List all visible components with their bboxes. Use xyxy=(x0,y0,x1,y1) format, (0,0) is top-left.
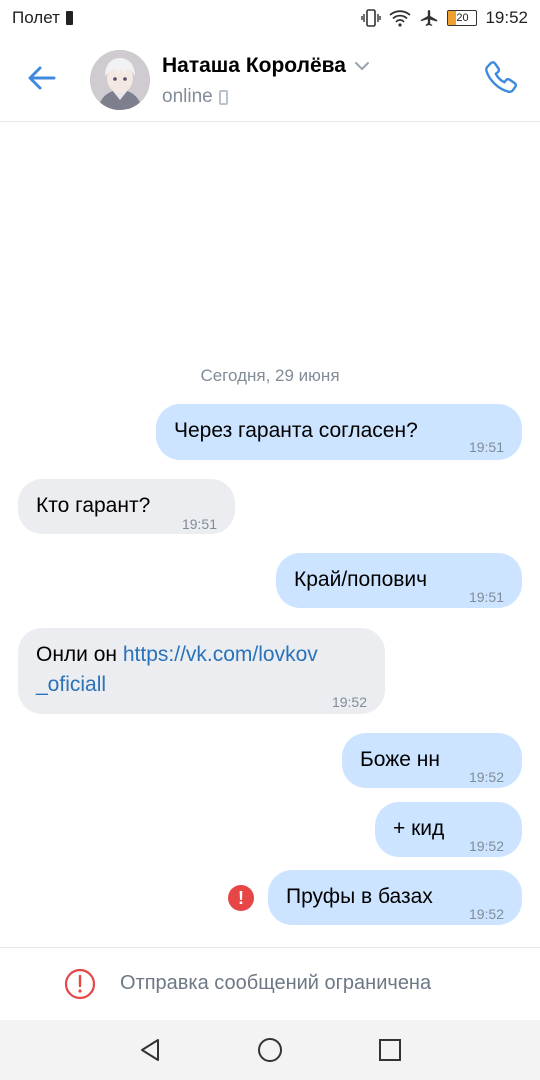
avatar[interactable] xyxy=(90,50,150,110)
message-outgoing[interactable]: Через гаранта согласен? 19:51 xyxy=(156,404,522,460)
vibrate-icon xyxy=(361,9,382,27)
message-link[interactable]: https://vk.com/lovkov xyxy=(123,643,318,666)
avatar-image xyxy=(90,50,150,110)
mobile-icon xyxy=(218,89,228,105)
message-time: 19:51 xyxy=(468,589,504,605)
presence-status: online xyxy=(162,86,213,107)
message-text-line2: _oficiall xyxy=(36,670,367,700)
chevron-down-icon xyxy=(354,62,369,71)
contact-name: Наташа Королёва xyxy=(162,54,346,77)
nav-back-icon[interactable] xyxy=(136,1036,164,1064)
nav-home-icon[interactable] xyxy=(256,1036,284,1064)
message-text: Онли он xyxy=(36,643,123,666)
message-text: Кто гарант? xyxy=(36,494,151,517)
message-text-line1: Онли он https://vk.com/lovkov xyxy=(36,640,367,670)
message-text: Через гаранта согласен? xyxy=(174,419,418,442)
status-left: Полет xyxy=(12,8,73,28)
contact-name-row[interactable]: Наташа Королёва xyxy=(162,54,370,78)
message-outgoing[interactable]: + кид 19:52 xyxy=(375,802,522,857)
message-time: 19:51 xyxy=(181,516,217,532)
message-time: 19:51 xyxy=(468,439,504,455)
battery-level: 20 xyxy=(456,12,469,24)
message-time: 19:52 xyxy=(468,838,504,854)
error-icon[interactable]: ! xyxy=(228,885,254,911)
wifi-icon xyxy=(389,10,412,27)
sim-icon xyxy=(65,11,73,25)
message-text: + кид xyxy=(393,817,445,840)
clock: 19:52 xyxy=(485,8,528,27)
status-bar: Полет 20 19:52 xyxy=(0,0,540,36)
message-outgoing[interactable]: Пруфы в базах 19:52 xyxy=(268,870,522,925)
presence-row: online xyxy=(162,86,228,108)
message-time: 19:52 xyxy=(468,906,504,922)
message-time: 19:52 xyxy=(331,694,367,710)
battery-icon: 20 xyxy=(447,10,478,26)
message-outgoing[interactable]: Край/попович 19:51 xyxy=(276,553,522,608)
message-link-continuation[interactable]: _oficiall xyxy=(36,673,106,696)
airplane-icon xyxy=(421,10,438,26)
message-incoming[interactable]: Онли он https://vk.com/lovkov _oficiall … xyxy=(18,628,385,714)
chat-header: Наташа Королёва online xyxy=(0,36,540,122)
back-arrow-icon[interactable] xyxy=(24,60,60,96)
restriction-banner: Отправка сообщений ограничена xyxy=(0,947,540,1020)
status-right: 20 19:52 xyxy=(361,8,528,28)
restriction-text: Отправка сообщений ограничена xyxy=(120,972,432,994)
message-text: Край/попович xyxy=(294,568,428,591)
message-text: Пруфы в базах xyxy=(286,885,433,908)
message-time: 19:52 xyxy=(468,769,504,785)
phone-icon[interactable] xyxy=(482,58,520,96)
nav-recents-icon[interactable] xyxy=(376,1036,404,1064)
airplane-mode-label: Полет xyxy=(12,8,60,27)
message-text: Боже нн xyxy=(360,748,440,771)
message-outgoing[interactable]: Боже нн 19:52 xyxy=(342,733,522,788)
warning-circle-icon xyxy=(64,968,96,1000)
system-nav-bar xyxy=(0,1020,540,1080)
date-separator: Сегодня, 29 июня xyxy=(200,366,340,385)
message-incoming[interactable]: Кто гарант? 19:51 xyxy=(18,479,235,534)
